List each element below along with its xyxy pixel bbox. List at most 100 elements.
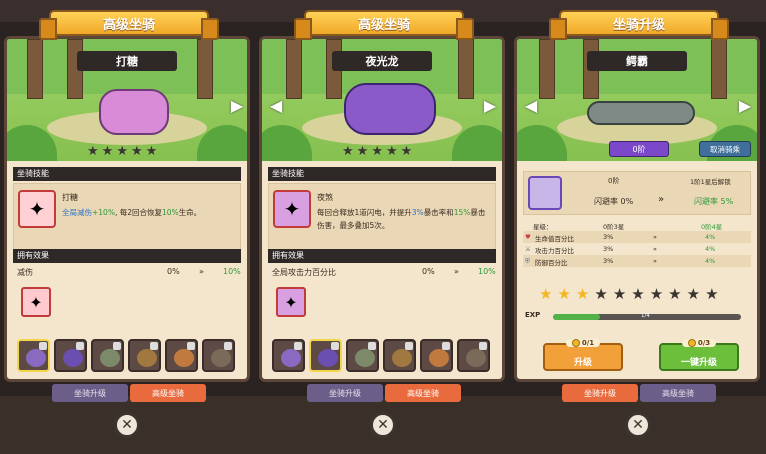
oneclick-cost: 0/3 bbox=[681, 339, 717, 347]
tab-bar-2: 坐骑升级 高级坐骑 bbox=[307, 384, 461, 402]
mount-scene: 打糖 ▶ bbox=[7, 39, 247, 161]
tab-mount-upgrade[interactable]: 坐骑升级 bbox=[562, 384, 638, 402]
stage-current-header: 0阶 bbox=[608, 177, 620, 185]
star-icon: ★ bbox=[145, 144, 158, 159]
skill-description: 全局减伤+10%, 每2回合恢复10%生命。 bbox=[62, 208, 202, 217]
oneclick-label: 一键升级 bbox=[680, 357, 717, 368]
stage-badge: 0阶 bbox=[609, 141, 669, 157]
tab-premium-mount[interactable]: 高级坐骑 bbox=[640, 384, 716, 402]
arrow-icon: » bbox=[658, 194, 665, 205]
star-icon: ★ bbox=[539, 285, 553, 303]
next-mount-arrow-icon[interactable]: ▶ bbox=[737, 97, 753, 115]
heart-icon: ♥ bbox=[525, 233, 531, 241]
close-icon[interactable]: ✕ bbox=[625, 412, 651, 438]
tab-premium-mount[interactable]: 高级坐骑 bbox=[130, 384, 206, 402]
mount-slot[interactable] bbox=[346, 339, 379, 372]
close-icon[interactable]: ✕ bbox=[370, 412, 396, 438]
star-icon: ★ bbox=[686, 285, 701, 303]
mount-panel-1: 打糖 ▶ ★ ★ ★ ★ ★ 坐骑技能 ✦ 打糖 全局减伤+10%, 每2回合恢复10%… bbox=[4, 36, 250, 382]
stage-next-header: 1阶1星后解锁 bbox=[690, 178, 731, 186]
skill-name: 夜煞 bbox=[317, 193, 333, 202]
dodge-next: 闪避率 5% bbox=[694, 197, 734, 206]
star-icon: ★ bbox=[116, 144, 128, 159]
star-icon: ★ bbox=[356, 144, 369, 159]
arrow-icon: » bbox=[454, 267, 459, 276]
star-level-row: 星级： 0阶3星 0阶4星 bbox=[533, 223, 723, 231]
star-icon: ★ bbox=[385, 144, 398, 159]
pinata-mount-image bbox=[99, 89, 169, 135]
next-mount-arrow-icon[interactable]: ▶ bbox=[482, 97, 498, 115]
tab-mount-upgrade[interactable]: 坐骑升级 bbox=[307, 384, 383, 402]
star-icon: ★ bbox=[101, 144, 114, 159]
star-icon: ★ bbox=[705, 285, 719, 303]
coin-icon bbox=[687, 339, 696, 347]
skill-description: 每回合释放1道闪电，并提升3%暴击率和15%暴击伤害，最多叠加5次。 bbox=[317, 208, 486, 230]
tab-bar-3: 坐骑升级 高级坐骑 bbox=[562, 384, 716, 402]
upgrade-cost: 0/1 bbox=[565, 339, 601, 347]
mount-slot[interactable] bbox=[128, 339, 161, 372]
panel-2-title: 高级坐骑 bbox=[294, 10, 474, 40]
upgrade-label: 升级 bbox=[573, 357, 592, 368]
star-icon: ★ bbox=[668, 285, 682, 303]
crocodile-mount-image bbox=[587, 101, 695, 125]
star-icon: ★ bbox=[87, 144, 99, 159]
mount-slot[interactable] bbox=[91, 339, 124, 372]
mount-slot[interactable] bbox=[17, 339, 50, 372]
mount-scene: 夜光龙 ◀ ▶ bbox=[262, 39, 502, 161]
skill-icon: ✦ bbox=[273, 190, 311, 228]
mount-upgrade-panel: 鳄霸 ◀ ▶ 0阶 取消骑乘 0阶 1阶1星后解锁 闪避率 0% » 闪避率 5… bbox=[514, 36, 760, 382]
mount-slot[interactable] bbox=[457, 339, 490, 372]
effect-row: 减伤 0% » 10% bbox=[17, 267, 241, 277]
skill-icon: ✦ bbox=[18, 190, 56, 228]
effects-section-header: 拥有效果 bbox=[13, 249, 241, 263]
tab-mount-upgrade[interactable]: 坐骑升级 bbox=[52, 384, 128, 402]
panel-3-title: 坐骑升级 bbox=[549, 10, 729, 40]
star-rating: ★ ★ ★ ★ ★ bbox=[87, 145, 157, 159]
unequip-button[interactable]: 取消骑乘 bbox=[699, 141, 751, 157]
upgrade-button[interactable]: 0/1 升级 bbox=[543, 339, 623, 371]
effect-row: 全局攻击力百分比 0% » 10% bbox=[272, 267, 496, 277]
exp-bar-fill bbox=[553, 314, 600, 320]
arrow-icon: » bbox=[199, 267, 204, 276]
skill-box: ✦ 打糖 全局减伤+10%, 每2回合恢复10%生命。 bbox=[13, 183, 241, 253]
mount-slot[interactable] bbox=[383, 339, 416, 372]
mount-slot[interactable] bbox=[309, 339, 342, 372]
mount-list bbox=[272, 339, 490, 372]
star-icon: ★ bbox=[649, 285, 664, 303]
mount-slot[interactable] bbox=[165, 339, 198, 372]
stat-table: 星级： 0阶3星 0阶4星 ♥ 生命值百分比 3% » 4% ⚔ 攻击力百分比 … bbox=[523, 219, 751, 267]
star-icon: ★ bbox=[400, 144, 413, 159]
star-icon: ★ bbox=[612, 285, 627, 303]
tab-bar-1: 坐骑升级 高级坐骑 bbox=[52, 384, 206, 402]
mount-slot[interactable] bbox=[272, 339, 305, 372]
stat-row: ⚔ 攻击力百分比 3% » 4% bbox=[525, 245, 716, 255]
mount-slot[interactable] bbox=[420, 339, 453, 372]
prev-mount-arrow-icon[interactable]: ◀ bbox=[523, 97, 539, 115]
star-icon: ★ bbox=[371, 144, 383, 159]
mount-list bbox=[17, 339, 235, 372]
effects-section-header: 拥有效果 bbox=[268, 249, 496, 263]
one-click-upgrade-button[interactable]: 0/3 一键升级 bbox=[659, 339, 739, 371]
dragon-mount-image bbox=[344, 83, 436, 135]
close-icon[interactable]: ✕ bbox=[114, 412, 140, 438]
tab-premium-mount[interactable]: 高级坐骑 bbox=[385, 384, 461, 402]
effect-mount-icon: ✦ bbox=[276, 287, 306, 317]
star-icon: ★ bbox=[557, 285, 571, 303]
game-screen: 打糖 ▶ ★ ★ ★ ★ ★ 坐骑技能 ✦ 打糖 全局减伤+10%, 每2回合恢复10%… bbox=[0, 0, 766, 454]
prev-mount-arrow-icon[interactable]: ◀ bbox=[268, 97, 284, 115]
next-mount-arrow-icon[interactable]: ▶ bbox=[229, 97, 245, 115]
mount-slot[interactable] bbox=[54, 339, 87, 372]
star-icon: ★ bbox=[575, 285, 590, 303]
stat-row: ⛨ 防御百分比 3% » 4% bbox=[523, 255, 751, 267]
skill-section-header: 坐骑技能 bbox=[268, 167, 496, 181]
exp-label: EXP bbox=[525, 311, 541, 319]
star-icon: ★ bbox=[594, 285, 608, 303]
skill-section-header: 坐骑技能 bbox=[13, 167, 241, 181]
mount-slot[interactable] bbox=[202, 339, 235, 372]
sword-icon: ⚔ bbox=[525, 245, 531, 253]
star-icon: ★ bbox=[342, 144, 354, 159]
mount-thumbnail-icon bbox=[528, 176, 562, 210]
coin-icon bbox=[571, 339, 580, 347]
skill-name: 打糖 bbox=[62, 193, 78, 202]
mount-panel-2: 夜光龙 ◀ ▶ ★ ★ ★ ★ ★ 坐骑技能 ✦ 夜煞 每回合释放1道闪电，并提升3%暴… bbox=[259, 36, 505, 382]
